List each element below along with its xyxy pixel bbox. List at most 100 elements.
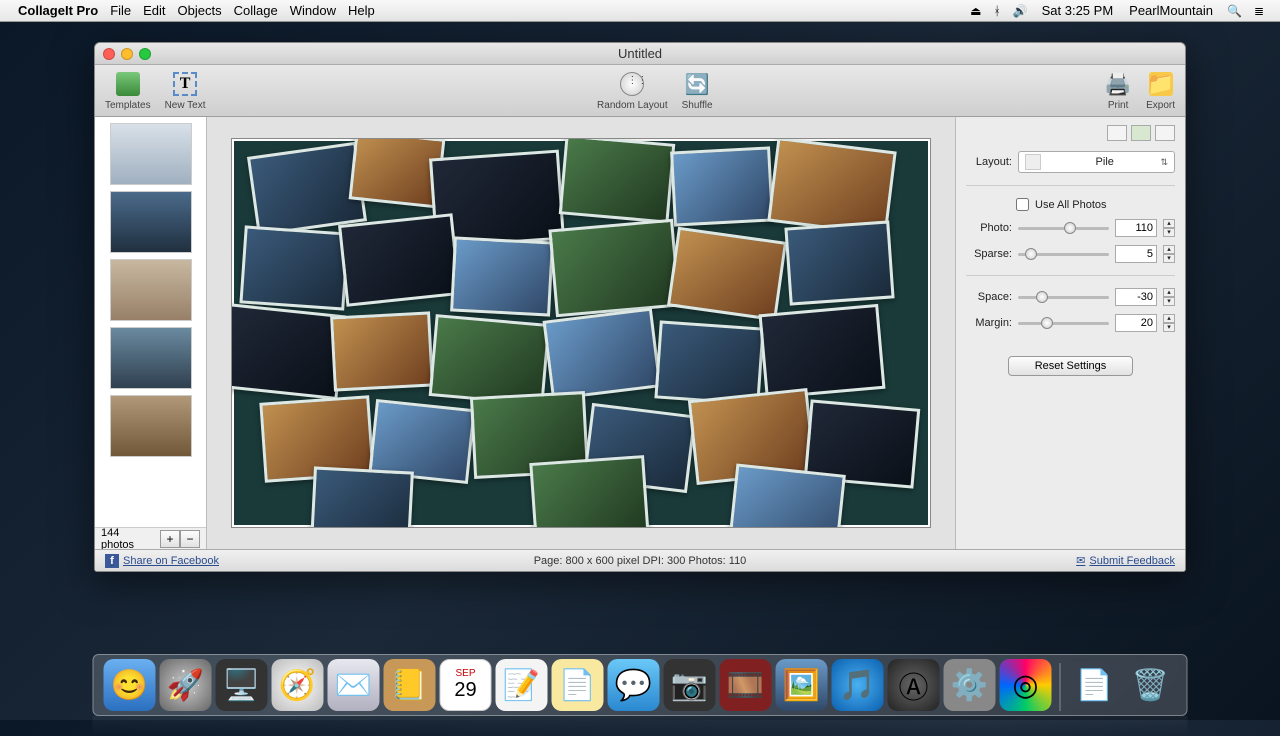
- sparse-stepper[interactable]: ▴▾: [1163, 245, 1175, 263]
- settings-tab-2[interactable]: [1131, 125, 1151, 141]
- sparse-slider-label: Sparse:: [966, 248, 1012, 260]
- margin-value-input[interactable]: [1115, 314, 1157, 332]
- toolbar-random-layout-label: Random Layout: [597, 100, 668, 111]
- thumbnail-list[interactable]: [95, 117, 206, 527]
- window-zoom-button[interactable]: [139, 48, 151, 60]
- dock-preview[interactable]: 🖼️: [776, 659, 828, 711]
- dock: 😊 🚀 🖥️ 🧭 ✉️ 📒 SEP29 📝 📄 💬 📷 🎞️ 🖼️ 🎵 Ⓐ ⚙️…: [93, 654, 1188, 716]
- shuffle-icon: 🔄: [685, 72, 709, 96]
- eject-icon[interactable]: ⏏: [970, 4, 981, 18]
- toolbar-export[interactable]: 📁 Export: [1146, 70, 1175, 111]
- spotlight-icon[interactable]: 🔍: [1227, 4, 1242, 18]
- toolbar-shuffle-label: Shuffle: [682, 100, 713, 111]
- titlebar[interactable]: Untitled: [95, 43, 1185, 65]
- canvas-area: [207, 117, 955, 549]
- dropdown-arrows-icon: ⇅: [1160, 157, 1168, 168]
- use-all-photos-checkbox[interactable]: [1016, 198, 1029, 211]
- mac-menubar: CollageIt Pro File Edit Objects Collage …: [0, 0, 1280, 22]
- toolbar: Templates T New Text Random Layout 🔄 Shu…: [95, 65, 1185, 117]
- layout-type-icon: [1025, 154, 1041, 170]
- dock-photobooth[interactable]: 🎞️: [720, 659, 772, 711]
- settings-tabs: [966, 125, 1175, 143]
- use-all-photos-label: Use All Photos: [1035, 199, 1107, 211]
- thumbnail[interactable]: [110, 191, 192, 253]
- toolbar-templates-label: Templates: [105, 100, 151, 111]
- menubar-app-name[interactable]: CollageIt Pro: [18, 3, 98, 18]
- dock-contacts[interactable]: 📒: [384, 659, 436, 711]
- layout-dropdown[interactable]: Pile ⇅: [1018, 151, 1175, 173]
- dock-collageit[interactable]: ◎: [1000, 659, 1052, 711]
- thumbnail[interactable]: [110, 395, 192, 457]
- dock-settings[interactable]: ⚙️: [944, 659, 996, 711]
- space-value-input[interactable]: [1115, 288, 1157, 306]
- window-close-button[interactable]: [103, 48, 115, 60]
- app-window: Untitled Templates T New Text Random Lay…: [94, 42, 1186, 572]
- photo-value-input[interactable]: [1115, 219, 1157, 237]
- dock-finder[interactable]: 😊: [104, 659, 156, 711]
- toolbar-templates[interactable]: Templates: [105, 70, 151, 111]
- settings-tab-1[interactable]: [1107, 125, 1127, 141]
- space-slider-label: Space:: [966, 291, 1012, 303]
- dock-launchpad[interactable]: 🚀: [160, 659, 212, 711]
- menu-edit[interactable]: Edit: [143, 3, 165, 18]
- settings-panel: Layout: Pile ⇅ Use All Photos Photo: ▴▾ …: [955, 117, 1185, 549]
- share-facebook-link[interactable]: f Share on Facebook: [105, 554, 219, 568]
- dock-safari[interactable]: 🧭: [272, 659, 324, 711]
- sidebar-footer: 144 photos + −: [95, 527, 206, 549]
- window-minimize-button[interactable]: [121, 48, 133, 60]
- toolbar-print[interactable]: 🖨️ Print: [1104, 70, 1132, 111]
- thumbnail[interactable]: [110, 123, 192, 185]
- share-facebook-label: Share on Facebook: [123, 555, 219, 567]
- photo-sidebar: 144 photos + −: [95, 117, 207, 549]
- dock-calendar[interactable]: SEP29: [440, 659, 492, 711]
- sparse-value-input[interactable]: [1115, 245, 1157, 263]
- thumbnail[interactable]: [110, 327, 192, 389]
- feedback-icon: ✉: [1076, 554, 1085, 567]
- dock-mission-control[interactable]: 🖥️: [216, 659, 268, 711]
- dock-facetime[interactable]: 📷: [664, 659, 716, 711]
- menu-window[interactable]: Window: [290, 3, 336, 18]
- dock-trash[interactable]: 🗑️: [1125, 659, 1177, 711]
- add-photo-button[interactable]: +: [160, 530, 180, 548]
- facebook-icon: f: [105, 554, 119, 568]
- menubar-clock[interactable]: Sat 3:25 PM: [1042, 3, 1114, 18]
- dock-notes[interactable]: 📄: [552, 659, 604, 711]
- statusbar: f Share on Facebook Page: 800 x 600 pixe…: [95, 549, 1185, 571]
- toolbar-random-layout[interactable]: Random Layout: [597, 70, 668, 111]
- photo-slider-label: Photo:: [966, 222, 1012, 234]
- layout-value: Pile: [1049, 156, 1160, 168]
- settings-tab-3[interactable]: [1155, 125, 1175, 141]
- toolbar-print-label: Print: [1108, 100, 1129, 111]
- margin-slider-label: Margin:: [966, 317, 1012, 329]
- toolbar-shuffle[interactable]: 🔄 Shuffle: [682, 70, 713, 111]
- remove-photo-button[interactable]: −: [180, 530, 200, 548]
- space-stepper[interactable]: ▴▾: [1163, 288, 1175, 306]
- margin-slider[interactable]: [1018, 316, 1109, 330]
- dock-reminders[interactable]: 📝: [496, 659, 548, 711]
- reset-settings-button[interactable]: Reset Settings: [1008, 356, 1134, 376]
- thumbnail[interactable]: [110, 259, 192, 321]
- photo-slider[interactable]: [1018, 221, 1109, 235]
- menu-objects[interactable]: Objects: [178, 3, 222, 18]
- dock-mail[interactable]: ✉️: [328, 659, 380, 711]
- sparse-slider[interactable]: [1018, 247, 1109, 261]
- menu-help[interactable]: Help: [348, 3, 375, 18]
- layout-label: Layout:: [966, 156, 1012, 168]
- submit-feedback-link[interactable]: ✉ Submit Feedback: [1076, 554, 1175, 567]
- menubar-user[interactable]: PearlMountain: [1129, 3, 1213, 18]
- dock-itunes[interactable]: 🎵: [832, 659, 884, 711]
- photo-stepper[interactable]: ▴▾: [1163, 219, 1175, 237]
- templates-icon: [116, 72, 140, 96]
- volume-icon[interactable]: 🔊: [1013, 4, 1028, 18]
- space-slider[interactable]: [1018, 290, 1109, 304]
- notification-icon[interactable]: ≣: [1254, 4, 1264, 18]
- menu-file[interactable]: File: [110, 3, 131, 18]
- bluetooth-icon[interactable]: ᚼ: [993, 4, 1000, 18]
- menu-collage[interactable]: Collage: [234, 3, 278, 18]
- dock-messages[interactable]: 💬: [608, 659, 660, 711]
- margin-stepper[interactable]: ▴▾: [1163, 314, 1175, 332]
- toolbar-new-text[interactable]: T New Text: [165, 70, 206, 111]
- dock-downloads[interactable]: 📄: [1069, 659, 1121, 711]
- collage-canvas[interactable]: [231, 138, 931, 528]
- dock-appstore[interactable]: Ⓐ: [888, 659, 940, 711]
